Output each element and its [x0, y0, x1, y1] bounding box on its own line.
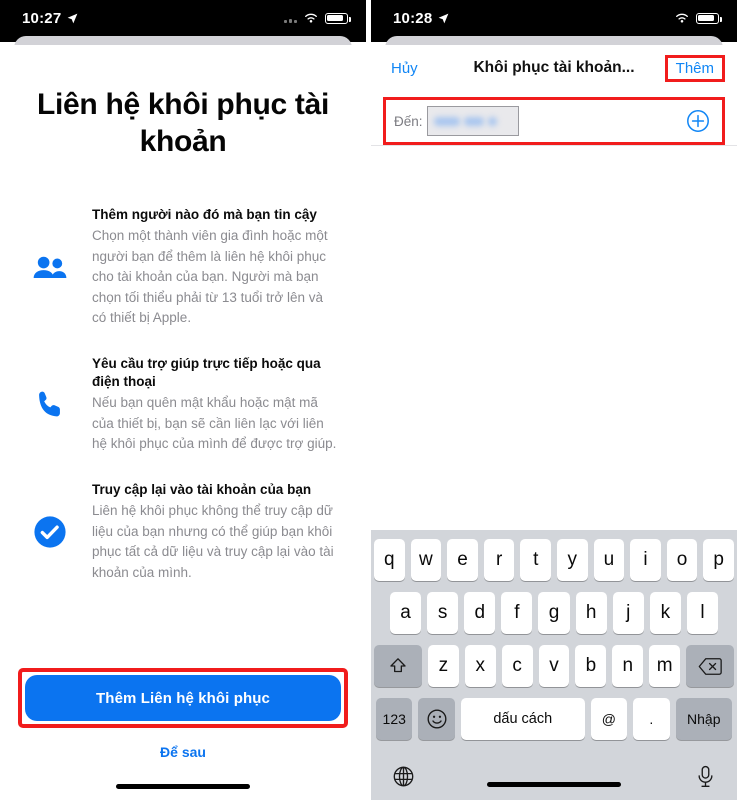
keyboard-row-3: z x c v b n m	[374, 645, 734, 687]
status-bar-right	[284, 12, 351, 24]
phone-handset-icon	[22, 388, 78, 422]
feature-list: Thêm người nào đó mà bạn tin cậy Chọn mộ…	[22, 206, 344, 583]
key-i[interactable]: i	[630, 539, 661, 581]
key-o[interactable]: o	[666, 539, 698, 581]
cancel-button[interactable]: Hủy	[383, 60, 418, 77]
feature-item-trusted-person: Thêm người nào đó mà bạn tin cậy Chọn mộ…	[22, 206, 344, 329]
feature-body: Nếu bạn quên mật khẩu hoặc mật mã của th…	[92, 395, 337, 452]
feature-heading: Thêm người nào đó mà bạn tin cậy	[92, 207, 317, 223]
key-c[interactable]: c	[501, 645, 533, 687]
globe-icon[interactable]	[392, 765, 415, 788]
key-k[interactable]: k	[649, 592, 681, 634]
feature-text: Yêu cầu trợ giúp trực tiếp hoặc qua điện…	[92, 355, 344, 455]
clock-time: 10:28	[393, 9, 433, 27]
keyboard-row-5	[374, 751, 734, 800]
key-m[interactable]: m	[649, 645, 681, 687]
battery-icon	[696, 12, 722, 24]
status-bar-left: 10:28	[393, 10, 450, 27]
keyboard-row-4: 123 dấu cách @ . Nhập	[374, 698, 734, 740]
feature-heading: Yêu cầu trợ giúp trực tiếp hoặc qua điện…	[92, 355, 321, 390]
feature-text: Thêm người nào đó mà bạn tin cậy Chọn mộ…	[92, 206, 344, 329]
key-x[interactable]: x	[464, 645, 496, 687]
battery-icon	[325, 12, 351, 24]
status-bar-left: 10:27	[22, 10, 79, 27]
key-g[interactable]: g	[538, 592, 570, 634]
feature-body: Chọn một thành viên gia đình hoặc một ng…	[92, 228, 328, 326]
key-t[interactable]: t	[520, 539, 551, 581]
key-d[interactable]: d	[464, 592, 496, 634]
clock-time: 10:27	[22, 9, 62, 27]
feature-item-regain-access: Truy cập lại vào tài khoản của bạn Liên …	[22, 481, 344, 583]
feature-body: Liên hệ khôi phục không thể truy cập dữ …	[92, 503, 334, 580]
right-phone-screen: 10:28 Hủy Khôi phục tài khoản... Thêm Đế…	[371, 0, 737, 800]
key-p[interactable]: p	[703, 539, 734, 581]
two-phone-screenshot-comparison: 10:27 Liên hệ khôi phục tài khoản Thêm n…	[0, 0, 737, 800]
key-h[interactable]: h	[575, 592, 607, 634]
cta-area: Thêm Liên hệ khôi phục Để sau	[0, 668, 366, 760]
location-arrow-icon	[439, 13, 449, 23]
field-separator	[371, 145, 737, 146]
key-r[interactable]: r	[483, 539, 515, 581]
highlight-box-add-recovery-contact: Thêm Liên hệ khôi phục	[18, 668, 348, 728]
key-s[interactable]: s	[427, 592, 459, 634]
wifi-icon	[676, 13, 688, 23]
to-field-row[interactable]: Đến:	[386, 100, 722, 142]
recipient-chip-blurred[interactable]	[426, 106, 519, 136]
keyboard-row-2: a s d f g h j k l	[374, 592, 734, 634]
key-u[interactable]: u	[593, 539, 625, 581]
key-v[interactable]: v	[538, 645, 570, 687]
feature-text: Truy cập lại vào tài khoản của bạn Liên …	[92, 481, 344, 583]
home-indicator	[116, 784, 250, 789]
feature-item-phone-help: Yêu cầu trợ giúp trực tiếp hoặc qua điện…	[22, 355, 344, 455]
key-w[interactable]: w	[410, 539, 442, 581]
left-phone-screen: 10:27 Liên hệ khôi phục tài khoản Thêm n…	[0, 0, 366, 800]
key-y[interactable]: y	[557, 539, 588, 581]
status-bar-right	[674, 12, 722, 24]
later-link[interactable]: Để sau	[0, 744, 366, 760]
key-q[interactable]: q	[374, 539, 405, 581]
to-field-label: Đến:	[394, 113, 423, 129]
page-title: Liên hệ khôi phục tài khoản	[36, 88, 330, 158]
numbers-key[interactable]: 123	[376, 698, 413, 740]
circle-plus-icon[interactable]	[686, 109, 716, 133]
home-indicator	[487, 782, 621, 787]
wifi-icon	[305, 13, 317, 23]
key-j[interactable]: j	[612, 592, 644, 634]
key-a[interactable]: a	[390, 592, 422, 634]
at-key[interactable]: @	[590, 698, 628, 740]
highlight-box-to-field: Đến:	[383, 97, 725, 145]
microphone-icon[interactable]	[695, 765, 716, 788]
key-n[interactable]: n	[612, 645, 644, 687]
key-f[interactable]: f	[501, 592, 533, 634]
space-key[interactable]: dấu cách	[460, 698, 585, 740]
on-screen-keyboard: q w e r t y u i o p a s d f g h j k l z …	[371, 530, 737, 800]
two-people-icon	[22, 254, 78, 282]
key-z[interactable]: z	[427, 645, 459, 687]
location-arrow-icon	[68, 13, 78, 23]
add-button[interactable]: Thêm	[676, 60, 714, 77]
key-l[interactable]: l	[686, 592, 718, 634]
recovery-contact-sheet: Liên hệ khôi phục tài khoản Thêm người n…	[0, 45, 366, 800]
backspace-icon[interactable]	[686, 645, 734, 687]
add-recovery-contact-button[interactable]: Thêm Liên hệ khôi phục	[25, 675, 341, 721]
navigation-bar: Hủy Khôi phục tài khoản... Thêm	[371, 45, 737, 91]
key-b[interactable]: b	[575, 645, 607, 687]
enter-key[interactable]: Nhập	[675, 698, 732, 740]
period-key[interactable]: .	[633, 698, 670, 740]
highlight-box-add-button: Thêm	[664, 54, 725, 82]
smiley-face-icon[interactable]	[418, 698, 455, 740]
check-circle-icon	[22, 515, 78, 549]
feature-heading: Truy cập lại vào tài khoản của bạn	[92, 481, 312, 497]
key-e[interactable]: e	[447, 539, 478, 581]
compose-recovery-sheet: Hủy Khôi phục tài khoản... Thêm Đến: q w…	[371, 45, 737, 800]
cellular-signal-icon	[284, 14, 297, 23]
shift-arrow-icon[interactable]	[374, 645, 422, 687]
keyboard-row-1: q w e r t y u i o p	[374, 539, 734, 581]
